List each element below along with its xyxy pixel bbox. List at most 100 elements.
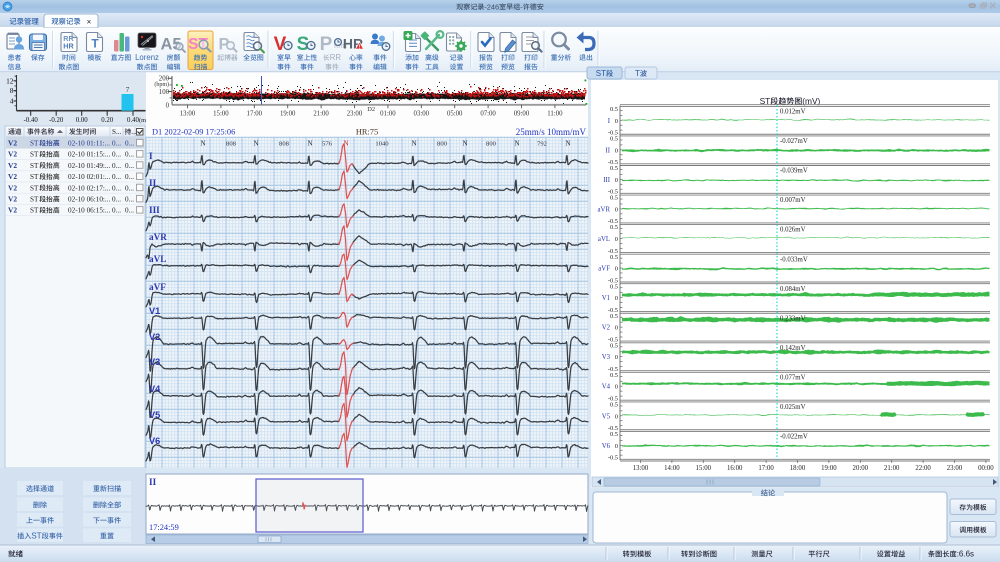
svg-text:0...: 0... <box>125 162 134 170</box>
svg-text:V1: V1 <box>602 295 610 302</box>
svg-text:14:00: 14:00 <box>664 465 680 472</box>
svg-text:I: I <box>149 151 153 161</box>
svg-text:808: 808 <box>279 140 290 147</box>
svg-text:II: II <box>605 147 610 154</box>
svg-text:0: 0 <box>615 118 618 125</box>
svg-text:×: × <box>87 18 92 27</box>
svg-text:T: T <box>91 37 99 51</box>
svg-text:V5: V5 <box>149 410 160 420</box>
svg-text:0.00: 0.00 <box>76 117 88 124</box>
svg-text:ST: ST <box>30 140 39 148</box>
svg-text:0.007mV: 0.007mV <box>780 197 806 204</box>
svg-text:0...: 0... <box>125 173 134 181</box>
svg-text:16:00: 16:00 <box>727 465 743 472</box>
svg-text:ST: ST <box>30 162 39 170</box>
svg-text:0: 0 <box>615 325 618 332</box>
svg-text:V2: V2 <box>149 332 160 342</box>
svg-text:02-10 06:15:...: 02-10 06:15:... <box>68 207 111 215</box>
svg-text:0...: 0... <box>112 151 121 159</box>
svg-text:0...: 0... <box>125 207 134 215</box>
svg-text:0...: 0... <box>112 196 121 204</box>
svg-text:0.5: 0.5 <box>610 342 618 349</box>
svg-text:ST: ST <box>30 151 39 159</box>
svg-text:20:00: 20:00 <box>853 465 869 472</box>
svg-text:0...: 0... <box>112 173 121 181</box>
svg-text:0.025mV: 0.025mV <box>780 404 806 411</box>
svg-text:0...: 0... <box>125 140 134 148</box>
svg-text:V2: V2 <box>8 150 17 159</box>
svg-text:02-10 01:49:...: 02-10 01:49:... <box>68 162 111 170</box>
svg-text:D1 2022-02-09 17:25:06: D1 2022-02-09 17:25:06 <box>152 128 235 137</box>
svg-text:aVL: aVL <box>598 236 610 243</box>
svg-text:8: 8 <box>10 86 14 95</box>
svg-text:N: N <box>514 139 519 147</box>
svg-text:II: II <box>149 178 157 188</box>
svg-text:-0.20: -0.20 <box>49 117 64 124</box>
svg-text:17:24:59: 17:24:59 <box>149 523 179 532</box>
svg-text:0: 0 <box>166 102 170 109</box>
svg-text:aVL: aVL <box>149 254 166 264</box>
svg-text:-0.027mV: -0.027mV <box>780 138 808 145</box>
svg-text:23:00: 23:00 <box>947 465 963 472</box>
svg-text:0.233mV: 0.233mV <box>780 315 806 322</box>
svg-text:576: 576 <box>322 140 333 147</box>
svg-text:05:00: 05:00 <box>447 110 463 117</box>
svg-text:V1: V1 <box>149 306 160 316</box>
svg-text:V3: V3 <box>602 354 611 361</box>
svg-text:ST: ST <box>30 184 39 192</box>
svg-text:07:00: 07:00 <box>480 110 496 117</box>
svg-text:-0.5: -0.5 <box>608 455 618 462</box>
svg-text:0.5: 0.5 <box>610 254 618 261</box>
svg-text:ST: ST <box>30 196 39 204</box>
svg-text:0: 0 <box>615 177 618 184</box>
svg-text:ST: ST <box>30 173 39 181</box>
svg-text:1040: 1040 <box>375 140 389 147</box>
svg-text:0...: 0... <box>112 162 121 170</box>
svg-text:V2: V2 <box>8 139 17 148</box>
svg-text:18:00: 18:00 <box>790 465 806 472</box>
svg-text:0: 0 <box>615 384 618 391</box>
svg-text:0.142mV: 0.142mV <box>780 345 806 352</box>
svg-text:25mm/s 10mm/mV: 25mm/s 10mm/mV <box>516 127 587 137</box>
svg-text:4: 4 <box>10 97 14 106</box>
svg-text:100: 100 <box>159 89 170 96</box>
svg-text:0: 0 <box>615 413 618 420</box>
svg-text:01:00: 01:00 <box>380 110 396 117</box>
svg-text:ST: ST <box>31 531 41 540</box>
svg-text:0...: 0... <box>125 184 134 192</box>
svg-text:0...: 0... <box>112 184 121 192</box>
svg-text:19:00: 19:00 <box>821 465 837 472</box>
svg-text:00:00: 00:00 <box>978 465 994 472</box>
svg-text:V2: V2 <box>8 172 17 181</box>
svg-text:22:00: 22:00 <box>915 465 931 472</box>
svg-text:0...: 0... <box>125 151 134 159</box>
svg-text:0.40: 0.40 <box>127 117 139 124</box>
svg-text:02-10 01:15:...: 02-10 01:15:... <box>68 151 111 159</box>
svg-text:13:00: 13:00 <box>633 465 649 472</box>
svg-text:0.5: 0.5 <box>610 313 618 320</box>
svg-text:0: 0 <box>615 354 618 361</box>
svg-text:V2: V2 <box>8 206 17 215</box>
svg-text:(bpm): (bpm) <box>154 81 169 88</box>
svg-text:0.012mV: 0.012mV <box>780 109 806 116</box>
svg-text:N: N <box>411 139 416 147</box>
svg-text:15:00: 15:00 <box>696 465 712 472</box>
svg-text:0...: 0... <box>112 207 121 215</box>
svg-text:17:00: 17:00 <box>247 110 263 117</box>
svg-text:12: 12 <box>6 76 14 85</box>
svg-text:808: 808 <box>226 140 237 147</box>
svg-text:aVF: aVF <box>598 266 610 273</box>
svg-text:-0.022mV: -0.022mV <box>780 434 808 441</box>
svg-text:0.084mV: 0.084mV <box>780 286 806 293</box>
svg-text:V6: V6 <box>602 443 611 450</box>
svg-text:D2: D2 <box>367 106 375 113</box>
svg-text:Lorenz: Lorenz <box>135 53 159 62</box>
svg-text:23:00: 23:00 <box>347 110 363 117</box>
svg-text:0...: 0... <box>125 196 134 204</box>
svg-text:0: 0 <box>615 147 618 154</box>
svg-text:HR: HR <box>63 42 74 51</box>
svg-text:ST: ST <box>30 207 39 215</box>
svg-text:02-10 01:11:...: 02-10 01:11:... <box>68 140 110 148</box>
svg-text:V2: V2 <box>8 183 17 192</box>
svg-text:0.077mV: 0.077mV <box>780 374 806 381</box>
